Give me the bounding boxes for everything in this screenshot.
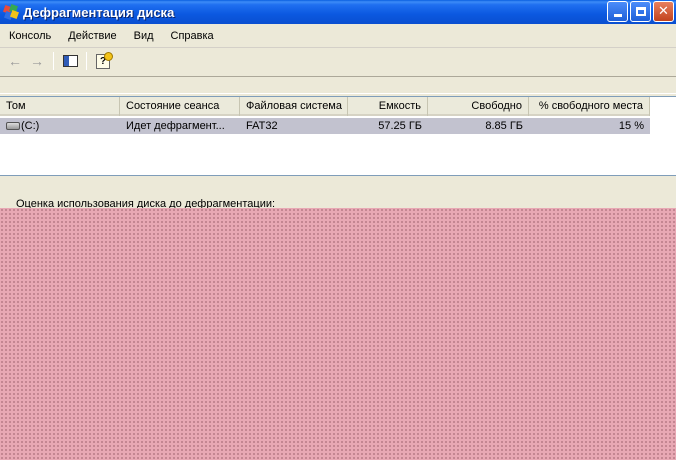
help-button[interactable]: ? <box>92 50 114 72</box>
title-bar: Дефрагментация диска ✕ <box>0 0 676 24</box>
cell-volume: (C:) <box>0 118 120 134</box>
cell-status: Идет дефрагмент... <box>126 120 225 132</box>
close-icon: ✕ <box>658 4 669 19</box>
column-header-status[interactable]: Состояние сеанса <box>120 97 240 116</box>
menu-console[interactable]: Консоль <box>0 30 59 42</box>
table-row[interactable]: (C:) Идет дефрагмент... FAT32 57.25 ГБ 8… <box>0 118 650 134</box>
hard-drive-icon <box>6 122 20 131</box>
menu-action[interactable]: Действие <box>59 30 124 42</box>
window-title: Дефрагментация диска <box>23 4 175 20</box>
cell-free-percent: 15 % <box>618 120 644 132</box>
description-bar <box>0 76 676 94</box>
maximize-button[interactable] <box>630 1 651 22</box>
help-icon: ? <box>96 51 113 69</box>
forward-button[interactable]: → <box>26 50 48 72</box>
toolbar-separator <box>86 52 87 70</box>
column-header-filesystem[interactable]: Файловая система <box>240 97 348 116</box>
forward-arrow-icon: → <box>30 53 44 69</box>
volume-list: Том Состояние сеанса Файловая система Ем… <box>0 96 676 176</box>
cell-capacity: 57.25 ГБ <box>378 120 422 132</box>
back-arrow-icon: ← <box>8 53 22 69</box>
close-button[interactable]: ✕ <box>653 1 674 22</box>
column-header-free[interactable]: Свободно <box>428 97 529 116</box>
console-tree-icon <box>62 55 78 67</box>
volume-name: (C:) <box>21 120 40 132</box>
minimize-button[interactable] <box>607 1 628 22</box>
toolbar-separator <box>53 52 54 70</box>
menu-view[interactable]: Вид <box>125 30 162 42</box>
defrag-app-icon <box>3 4 19 20</box>
maximize-icon <box>635 7 646 16</box>
show-hide-tree-button[interactable] <box>59 50 81 72</box>
back-button[interactable]: ← <box>4 50 26 72</box>
menu-bar: Консоль Действие Вид Справка <box>0 24 676 48</box>
menu-help[interactable]: Справка <box>162 30 222 42</box>
dotted-overlay <box>0 208 676 460</box>
minimize-icon <box>613 14 622 17</box>
cell-free: 8.85 ГБ <box>485 120 523 132</box>
column-header-volume[interactable]: Том <box>0 97 120 116</box>
cell-filesystem: FAT32 <box>246 120 278 132</box>
column-header-capacity[interactable]: Емкость <box>348 97 428 116</box>
column-header-free-percent[interactable]: % свободного места <box>529 97 650 116</box>
list-header: Том Состояние сеанса Файловая система Ем… <box>0 97 650 116</box>
toolbar: ← → ? <box>0 49 676 73</box>
